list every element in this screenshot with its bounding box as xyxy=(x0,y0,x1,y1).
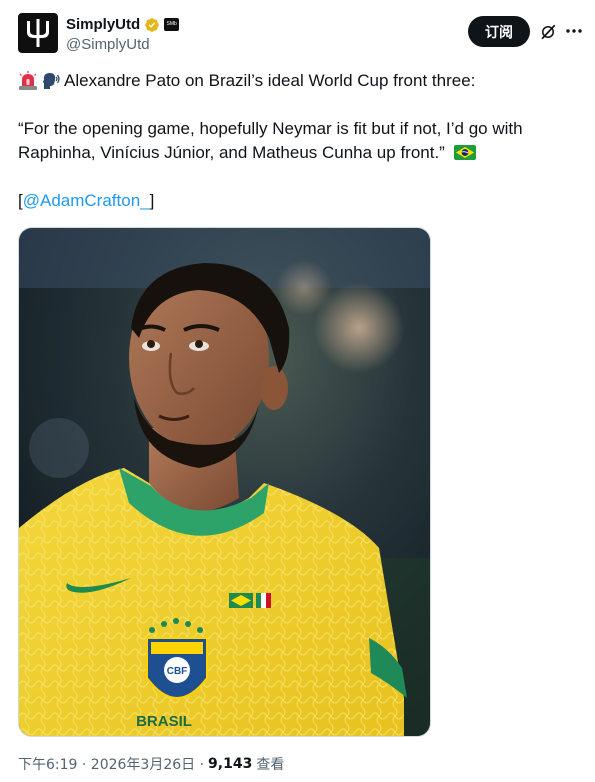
handle[interactable]: @SimplyUtd xyxy=(66,36,150,53)
crest-text: CBF xyxy=(167,666,188,677)
affiliate-badge[interactable]: SMb xyxy=(164,18,180,31)
post-intro-line: Alexandre Pato on Brazil’s ideal World C… xyxy=(18,69,583,93)
quote-line-2: Raphinha, Vinícius Júnior, and Matheus C… xyxy=(18,143,445,162)
display-name[interactable]: SimplyUtd xyxy=(66,16,140,33)
view-count-label: 查看 xyxy=(256,757,285,773)
siren-emoji-icon xyxy=(19,71,37,90)
post-intro-text: Alexandre Pato on Brazil’s ideal World C… xyxy=(64,71,476,90)
mention-link[interactable]: @AdamCrafton_ xyxy=(23,191,150,210)
view-count: 9,143 xyxy=(208,756,253,772)
quote-line-1: “For the opening game, hopefully Neymar … xyxy=(18,119,523,138)
speaking-head-emoji-icon xyxy=(43,73,60,89)
trident-logo-icon xyxy=(27,19,49,47)
brazil-flag-emoji-icon xyxy=(453,145,476,160)
post-header: SimplyUtd SMb @SimplyUtd 订阅 xyxy=(18,13,583,57)
shirt-brasil-text: BRASIL xyxy=(136,713,192,730)
grok-slash-icon[interactable] xyxy=(539,23,557,41)
avatar[interactable] xyxy=(18,13,58,53)
post-meta: 下午6:19 · 2026年3月26日 · 9,143 查看 xyxy=(18,754,284,774)
more-dots-icon[interactable] xyxy=(565,21,583,41)
name-row: SimplyUtd SMb xyxy=(66,16,180,33)
mention-line: [@AdamCrafton_] xyxy=(18,189,583,213)
quote-line-2-row: Raphinha, Vinícius Júnior, and Matheus C… xyxy=(18,141,583,165)
player-photo: CBF BRASIL xyxy=(19,228,430,736)
post-photo[interactable]: CBF BRASIL xyxy=(18,227,431,737)
bracket-close: ] xyxy=(149,191,155,210)
verified-badge-icon xyxy=(145,17,160,32)
post-quote: “For the opening game, hopefully Neymar … xyxy=(18,117,583,165)
subscribe-button[interactable]: 订阅 xyxy=(468,16,530,47)
post-timestamp[interactable]: 下午6:19 · 2026年3月26日 · xyxy=(18,754,204,774)
